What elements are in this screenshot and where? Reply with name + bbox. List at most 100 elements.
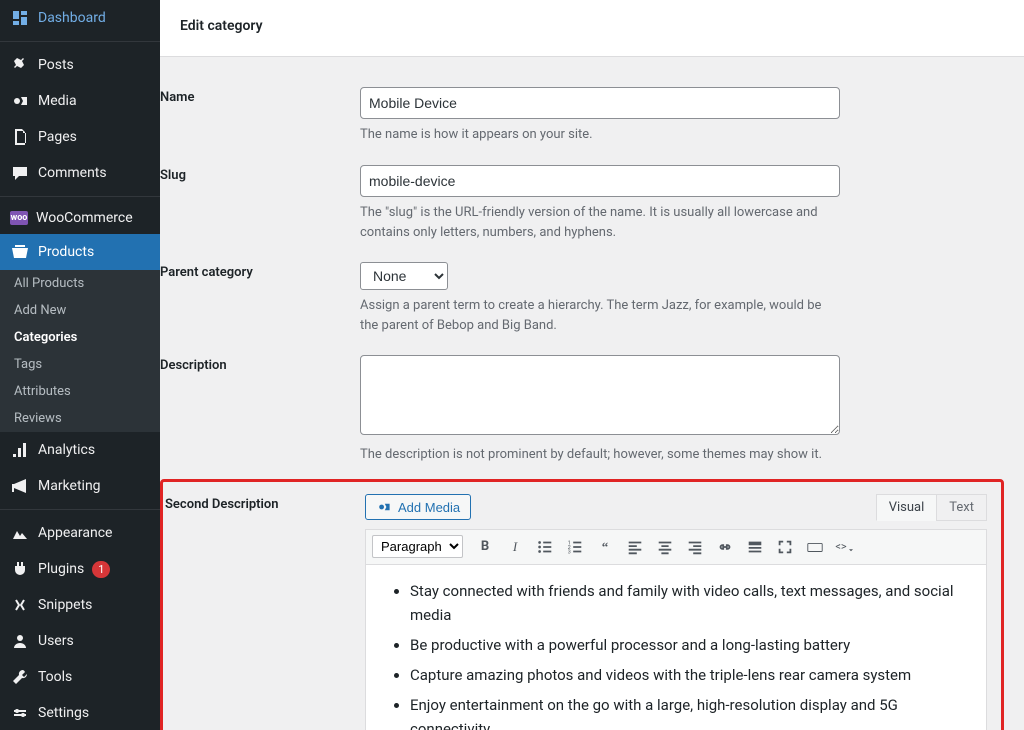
name-label: Name: [160, 87, 360, 145]
submenu-all-products[interactable]: All Products: [0, 270, 160, 297]
sidebar-item-analytics[interactable]: Analytics: [0, 432, 160, 468]
italic-button[interactable]: I: [501, 534, 529, 560]
sidebar-item-label: Analytics: [38, 442, 95, 458]
sidebar-item-products[interactable]: Products: [0, 234, 160, 270]
parent-row: Parent category None Assign a parent ter…: [160, 242, 1004, 335]
fullscreen-button[interactable]: [771, 534, 799, 560]
media-icon: [10, 91, 30, 111]
users-icon: [10, 631, 30, 651]
products-icon: [10, 242, 30, 262]
sidebar-item-pages[interactable]: Pages: [0, 119, 160, 155]
submenu-tags[interactable]: Tags: [0, 351, 160, 378]
settings-icon: [10, 703, 30, 723]
sidebar-item-tools[interactable]: Tools: [0, 659, 160, 695]
sidebar-item-label: Users: [38, 633, 74, 649]
sidebar-item-appearance[interactable]: Appearance: [0, 515, 160, 551]
bullet-item: Be productive with a powerful processor …: [410, 633, 968, 657]
description-row: Description The description is not promi…: [160, 335, 1004, 465]
appearance-icon: [10, 523, 30, 543]
pin-icon: [10, 55, 30, 75]
sidebar-item-snippets[interactable]: Snippets: [0, 587, 160, 623]
sidebar-item-woocommerce[interactable]: woo WooCommerce: [0, 202, 160, 234]
editor-content-area[interactable]: Stay connected with friends and family w…: [366, 565, 986, 730]
bullet-list-button[interactable]: [531, 534, 559, 560]
editor-toolbar: Paragraph B I 123 “: [366, 530, 986, 565]
sidebar-item-label: Pages: [38, 129, 77, 145]
sidebar-item-posts[interactable]: Posts: [0, 47, 160, 83]
slug-input[interactable]: [360, 165, 840, 197]
second-description-label: Second Description: [165, 494, 365, 730]
submenu-reviews[interactable]: Reviews: [0, 405, 160, 432]
marketing-icon: [10, 476, 30, 496]
sidebar-item-settings[interactable]: Settings: [0, 695, 160, 730]
name-input[interactable]: [360, 87, 840, 119]
add-media-label: Add Media: [398, 500, 460, 515]
comment-icon: [10, 163, 30, 183]
tab-text[interactable]: Text: [936, 494, 987, 521]
tab-visual[interactable]: Visual: [876, 494, 938, 521]
sidebar-item-label: Posts: [38, 57, 74, 73]
description-label: Description: [160, 355, 360, 465]
toolbar-toggle-button[interactable]: <>: [831, 534, 859, 560]
sidebar-item-label: Dashboard: [38, 10, 106, 26]
sidebar-item-label: Appearance: [38, 525, 112, 541]
sidebar-item-media[interactable]: Media: [0, 83, 160, 119]
parent-label: Parent category: [160, 262, 360, 335]
sidebar-item-label: Products: [38, 244, 94, 260]
numbered-list-button[interactable]: 123: [561, 534, 589, 560]
link-button[interactable]: [711, 534, 739, 560]
sidebar-item-label: Snippets: [38, 597, 92, 613]
format-select[interactable]: Paragraph: [372, 535, 463, 558]
second-description-highlight: Second Description Add Media Visual Text: [160, 479, 1004, 730]
plugins-icon: [10, 559, 30, 579]
submenu-categories[interactable]: Categories: [0, 324, 160, 351]
submenu-attributes[interactable]: Attributes: [0, 378, 160, 405]
blockquote-button[interactable]: “: [591, 534, 619, 560]
sidebar-item-label: Plugins: [38, 561, 84, 577]
description-textarea[interactable]: [360, 355, 840, 435]
keyboard-button[interactable]: [801, 534, 829, 560]
plugin-update-badge: 1: [92, 561, 110, 578]
description-help: The description is not prominent by defa…: [360, 445, 840, 465]
bullet-item: Enjoy entertainment on the go with a lar…: [410, 693, 968, 730]
slug-help: The "slug" is the URL-friendly version o…: [360, 203, 840, 242]
insert-more-button[interactable]: [741, 534, 769, 560]
name-row: Name The name is how it appears on your …: [160, 67, 1004, 145]
name-help: The name is how it appears on your site.: [360, 125, 840, 145]
main-content: Edit category Name The name is how it ap…: [160, 0, 1024, 730]
wysiwyg-editor: Paragraph B I 123 “: [365, 529, 987, 730]
parent-help: Assign a parent term to create a hierarc…: [360, 296, 840, 335]
slug-label: Slug: [160, 165, 360, 242]
sidebar-item-label: Marketing: [38, 478, 101, 494]
page-icon: [10, 127, 30, 147]
sidebar-item-users[interactable]: Users: [0, 623, 160, 659]
sidebar-item-plugins[interactable]: Plugins 1: [0, 551, 160, 587]
sidebar-item-label: Tools: [38, 669, 72, 685]
sidebar-item-label: WooCommerce: [36, 210, 133, 226]
sidebar-item-marketing[interactable]: Marketing: [0, 468, 160, 504]
woo-icon: woo: [10, 211, 28, 225]
bullet-item: Capture amazing photos and videos with t…: [410, 663, 968, 687]
tools-icon: [10, 667, 30, 687]
add-media-button[interactable]: Add Media: [365, 494, 471, 520]
align-center-button[interactable]: [651, 534, 679, 560]
analytics-icon: [10, 440, 30, 460]
snippets-icon: [10, 595, 30, 615]
submenu-add-new[interactable]: Add New: [0, 297, 160, 324]
sidebar-item-label: Media: [38, 93, 77, 109]
align-right-button[interactable]: [681, 534, 709, 560]
sidebar-item-comments[interactable]: Comments: [0, 155, 160, 191]
sidebar-item-label: Comments: [38, 165, 107, 181]
media-add-icon: [376, 499, 392, 515]
bold-button[interactable]: B: [471, 534, 499, 560]
sidebar-item-dashboard[interactable]: Dashboard: [0, 0, 160, 36]
bullet-item: Stay connected with friends and family w…: [410, 579, 968, 627]
page-title: Edit category: [160, 0, 1024, 57]
products-submenu: All Products Add New Categories Tags Att…: [0, 270, 160, 432]
dashboard-icon: [10, 8, 30, 28]
parent-select[interactable]: None: [360, 262, 448, 290]
svg-text:3: 3: [568, 549, 571, 555]
slug-row: Slug The "slug" is the URL-friendly vers…: [160, 145, 1004, 242]
align-left-button[interactable]: [621, 534, 649, 560]
admin-sidebar: Dashboard Posts Media Pages Comments woo…: [0, 0, 160, 730]
